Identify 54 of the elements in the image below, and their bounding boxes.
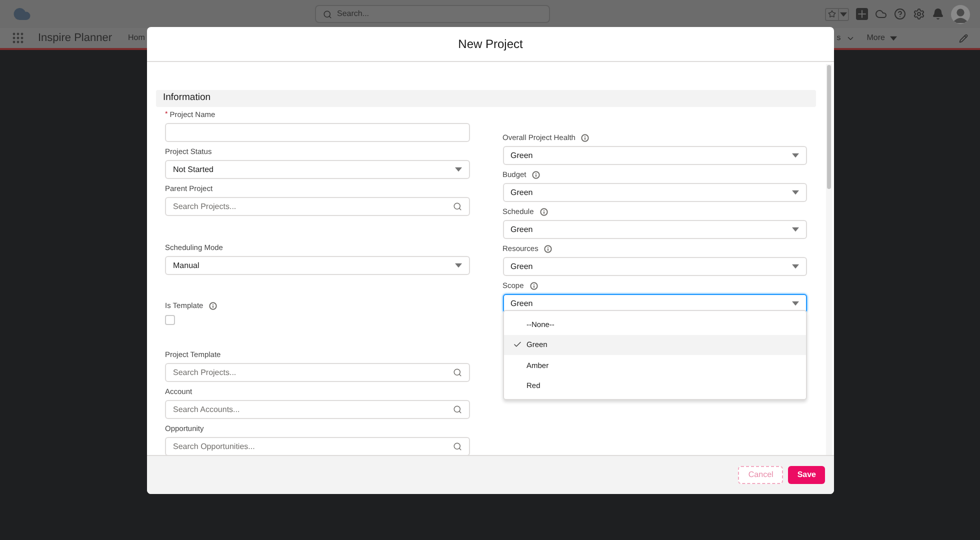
check-icon: [512, 340, 522, 350]
app-name: Inspire Planner: [38, 30, 112, 46]
lookup-field[interactable]: Search Accounts...: [165, 400, 470, 419]
favorites-button[interactable]: [825, 8, 849, 20]
add-icon[interactable]: [856, 8, 868, 20]
caret-icon: [792, 153, 799, 158]
info-icon: [209, 302, 218, 310]
info-icon: [581, 134, 590, 142]
search-icon: [452, 202, 462, 211]
save-button[interactable]: Save: [788, 466, 825, 484]
modal-title: New Project: [458, 36, 523, 53]
select-field[interactable]: Green: [502, 257, 807, 276]
star-icon: [828, 10, 836, 18]
caret-icon: [792, 301, 799, 306]
info-icon: [540, 208, 548, 216]
caret-icon: [792, 264, 799, 269]
select-value: Not Started: [173, 164, 214, 176]
info-icon: [532, 171, 540, 179]
notifications-icon[interactable]: [932, 8, 944, 20]
info-icon: [530, 282, 538, 290]
search-icon: [452, 405, 462, 414]
settings-icon[interactable]: [913, 8, 925, 20]
select-value: Green: [510, 224, 533, 236]
checkbox[interactable]: [165, 315, 175, 325]
help-icon[interactable]: [894, 8, 906, 20]
caret-icon: [890, 36, 897, 40]
cloud-icon[interactable]: [875, 8, 887, 20]
app-launcher-icon[interactable]: [12, 32, 24, 44]
search-icon: [452, 442, 462, 451]
select-field[interactable]: Green: [502, 146, 807, 165]
select-value: Green: [510, 150, 533, 162]
search-icon: [452, 368, 462, 377]
caret-icon: [792, 190, 799, 195]
select-value: Manual: [173, 260, 200, 272]
select-value: Green: [510, 298, 533, 310]
select-value: Green: [510, 186, 533, 198]
caret-icon: [840, 12, 847, 16]
lookup-field[interactable]: Search Projects...: [165, 363, 470, 382]
caret-icon: [454, 167, 462, 172]
edit-icon[interactable]: [959, 34, 968, 42]
select-field[interactable]: Green: [502, 183, 807, 202]
search-icon: [323, 10, 332, 18]
text-field[interactable]: [165, 123, 470, 142]
lookup-field[interactable]: Search Projects...: [165, 197, 470, 216]
caret-icon: [792, 227, 799, 232]
select-field[interactable]: Not Started: [165, 160, 470, 179]
info-icon: [544, 245, 552, 253]
caret-icon: [454, 263, 462, 268]
select-field[interactable]: Manual: [165, 256, 470, 275]
select-field[interactable]: Green: [502, 220, 807, 239]
select-value: Green: [510, 260, 533, 272]
avatar-icon[interactable]: [951, 4, 970, 24]
lookup-field[interactable]: Search Opportunities...: [165, 437, 470, 455]
section-header: Information: [156, 90, 816, 107]
